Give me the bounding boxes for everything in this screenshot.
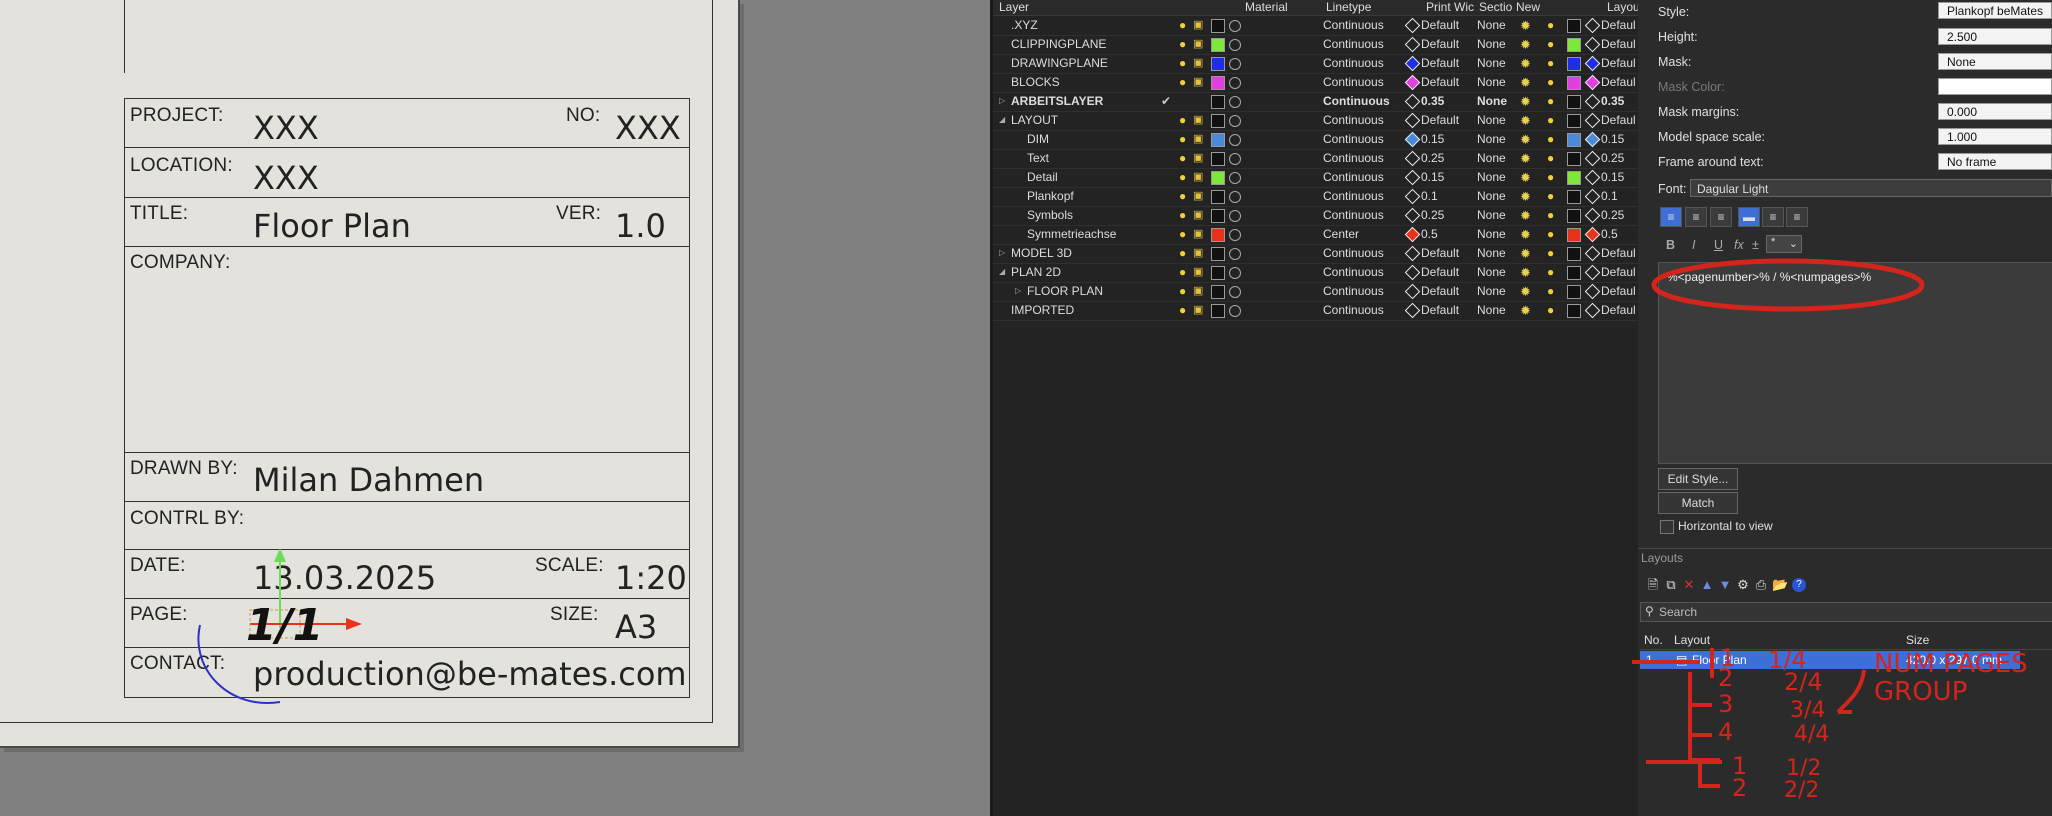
highlight-ellipse bbox=[1651, 258, 1925, 312]
annotation-layer bbox=[1632, 258, 1925, 788]
ann-3-4: 3/4 bbox=[1790, 698, 1826, 723]
annotation-arrow bbox=[1836, 669, 1866, 714]
annotation-mark-1 bbox=[1632, 648, 1714, 678]
ann-3: 3 bbox=[1718, 690, 1734, 718]
annotation-bracket-2 bbox=[1646, 760, 1722, 788]
ann-1-4: 1/4 bbox=[1768, 646, 1807, 674]
ann-1: 1 bbox=[1720, 644, 1736, 672]
ann-num-pages-group: NUM PAGES GROUP bbox=[1874, 649, 2028, 707]
ann-2-2: 2/2 bbox=[1784, 778, 1820, 803]
ann-4-4: 4/4 bbox=[1794, 722, 1830, 747]
ann-b2: 2 bbox=[1732, 774, 1748, 802]
annotation-bracket-1 bbox=[1688, 672, 1720, 762]
ann-4: 4 bbox=[1718, 718, 1734, 746]
